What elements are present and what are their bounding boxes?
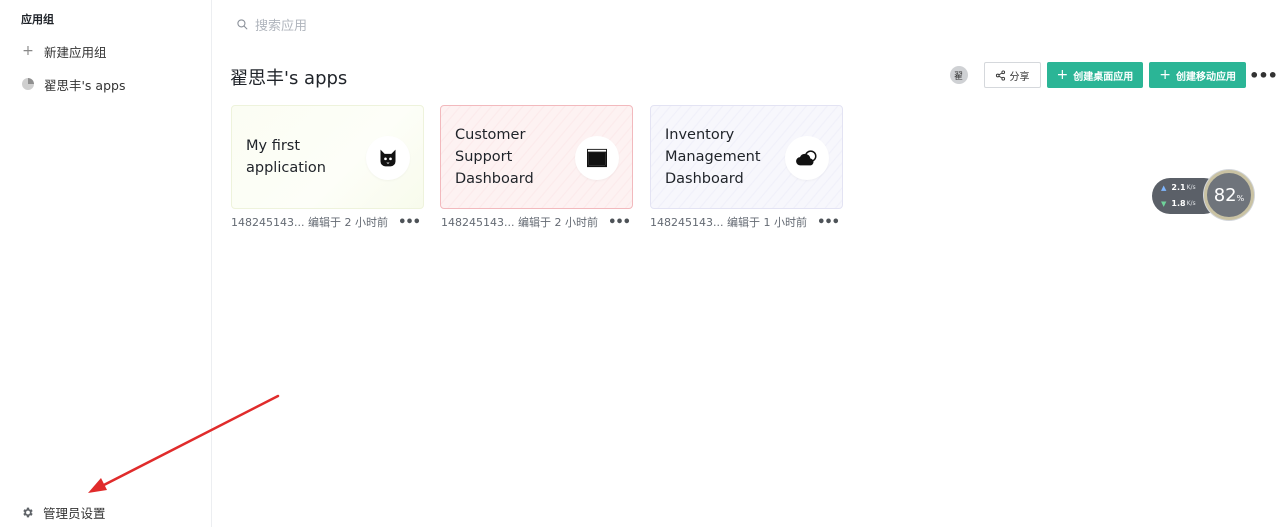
- sidebar-title: 应用组: [21, 13, 54, 26]
- app-icon-badge: [575, 136, 619, 180]
- admin-settings-button[interactable]: 管理员设置: [21, 502, 106, 522]
- create-desktop-app-button[interactable]: + 创建桌面应用: [1046, 62, 1144, 88]
- app-name: My first application: [246, 135, 326, 179]
- app-name-line: application: [246, 160, 326, 176]
- share-button[interactable]: 分享: [983, 62, 1041, 88]
- pie-chart-icon: [21, 77, 35, 91]
- app-name-line: Customer: [455, 127, 526, 143]
- more-menu-button[interactable]: •••: [1249, 62, 1278, 88]
- app-meta: 148245143... 编辑于 1 小时前 •••: [650, 214, 843, 230]
- download-value: 1.8: [1171, 199, 1186, 208]
- app-name-line: Dashboard: [455, 171, 534, 187]
- cat-icon: [380, 149, 396, 167]
- network-speed-widget[interactable]: ▲ 2.1 K/s ▼ 1.8 K/s 82 %: [1152, 170, 1254, 220]
- share-icon: [995, 69, 1005, 81]
- app-name-line: Management: [665, 149, 761, 165]
- usage-gauge: 82 %: [1204, 170, 1254, 220]
- cloud-icon: [796, 150, 817, 166]
- app-meta-text: 148245143... 编辑于 2 小时前: [441, 216, 598, 229]
- app-name-line: My first: [246, 138, 301, 154]
- app-card[interactable]: My first application: [231, 105, 424, 209]
- app-icon-badge: [785, 136, 829, 180]
- plus-icon: +: [1056, 67, 1069, 83]
- admin-settings-label: 管理员设置: [43, 505, 106, 521]
- avatar[interactable]: 翟: [949, 66, 968, 84]
- search-input[interactable]: 搜索应用: [236, 14, 307, 34]
- upload-speed: ▲ 2.1 K/s: [1161, 183, 1196, 192]
- download-speed: ▼ 1.8 K/s: [1161, 199, 1196, 208]
- app-card[interactable]: Customer Support Dashboard: [440, 105, 633, 209]
- gear-icon: [23, 507, 33, 517]
- app-name: Customer Support Dashboard: [455, 124, 534, 190]
- sidebar: 应用组 + 新建应用组 翟思丰's apps 管理员设置: [0, 0, 212, 527]
- window-icon: [587, 148, 607, 168]
- sidebar-item-my-apps[interactable]: 翟思丰's apps: [21, 73, 125, 95]
- new-app-group-button[interactable]: + 新建应用组: [21, 40, 107, 62]
- new-app-group-label: 新建应用组: [44, 44, 107, 60]
- app-name-line: Support: [455, 149, 513, 165]
- app-meta-text: 148245143... 编辑于 2 小时前: [231, 216, 388, 229]
- create-mobile-app-button[interactable]: + 创建移动应用: [1149, 62, 1246, 88]
- create-mobile-app-label: 创建移动应用: [1176, 71, 1236, 83]
- usage-percent-sign: %: [1236, 193, 1245, 203]
- app-more-button[interactable]: •••: [817, 215, 840, 230]
- search-icon: [237, 18, 248, 29]
- download-arrow-icon: ▼: [1161, 199, 1167, 208]
- usage-percent: 82: [1213, 184, 1237, 206]
- plus-icon: +: [1159, 67, 1171, 83]
- upload-unit: K/s: [1186, 184, 1196, 191]
- app-name: Inventory Management Dashboard: [665, 124, 761, 190]
- app-name-line: Inventory: [665, 127, 735, 143]
- app-icon-badge: [366, 136, 410, 180]
- create-desktop-app-label: 创建桌面应用: [1073, 71, 1134, 83]
- app-meta: 148245143... 编辑于 2 小时前 •••: [231, 214, 424, 230]
- app-meta: 148245143... 编辑于 2 小时前 •••: [441, 214, 634, 230]
- search-placeholder: 搜索应用: [255, 18, 308, 34]
- header-toolbar: 翟 分享 + 创建桌面应用 + 创建移动应用 •••: [949, 62, 1278, 88]
- app-meta-text: 148245143... 编辑于 1 小时前: [650, 216, 807, 229]
- download-unit: K/s: [1186, 200, 1196, 207]
- app-more-button[interactable]: •••: [398, 215, 421, 230]
- plus-icon: +: [22, 43, 34, 59]
- app-card[interactable]: Inventory Management Dashboard: [650, 105, 843, 209]
- upload-arrow-icon: ▲: [1161, 183, 1167, 192]
- upload-value: 2.1: [1171, 183, 1186, 192]
- sidebar-item-label: 翟思丰's apps: [44, 77, 126, 93]
- share-label: 分享: [1009, 71, 1030, 83]
- page-title: 翟思丰's apps: [230, 68, 348, 89]
- app-name-line: Dashboard: [665, 171, 744, 187]
- app-more-button[interactable]: •••: [608, 215, 631, 230]
